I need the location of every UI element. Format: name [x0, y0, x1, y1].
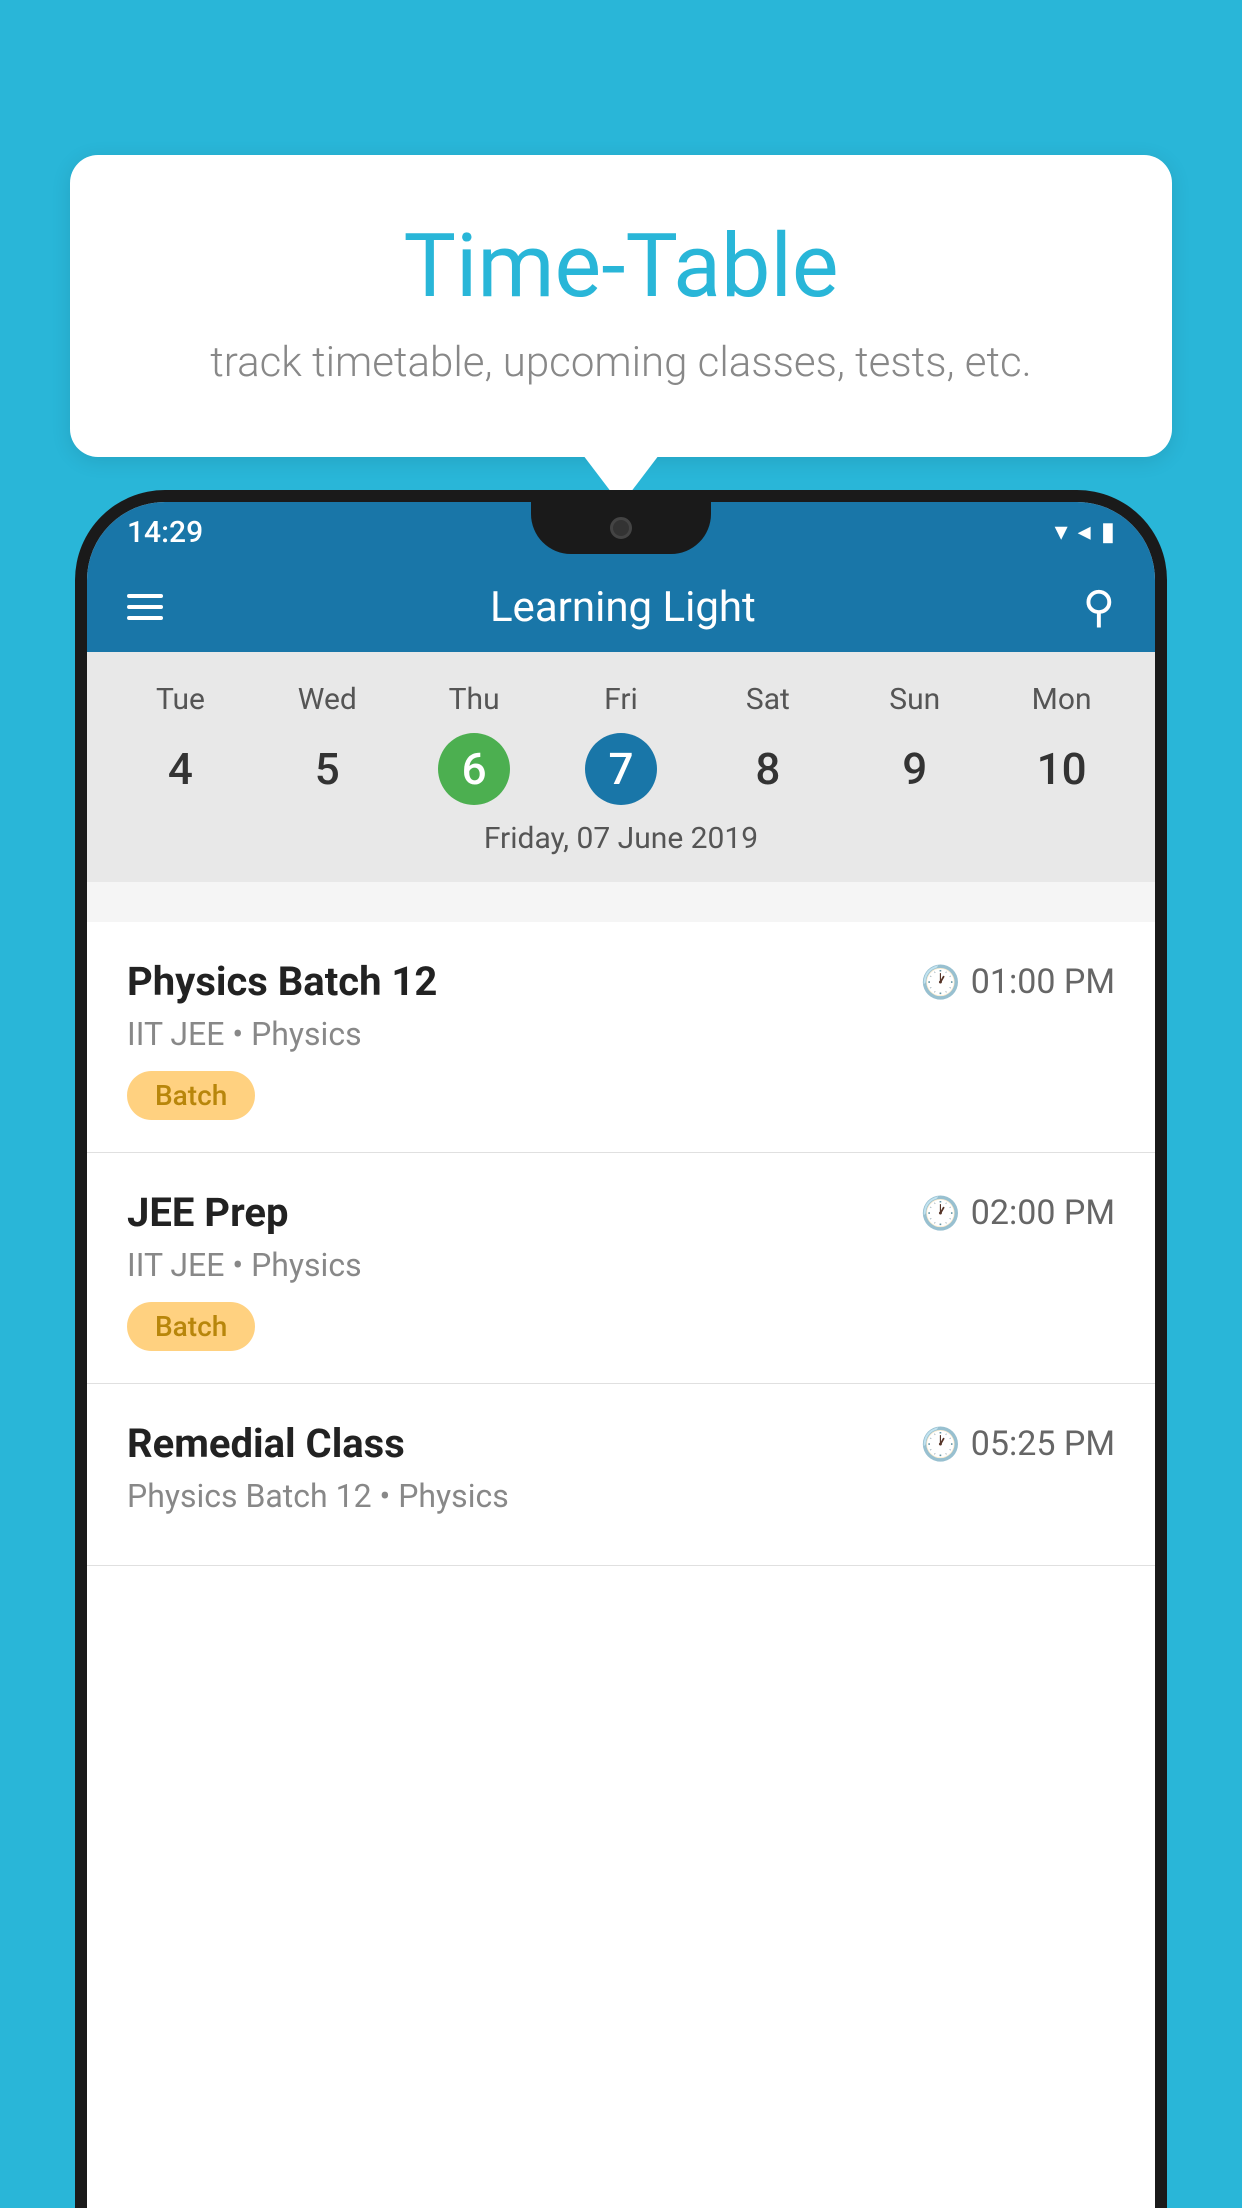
schedule-item[interactable]: Remedial Class 🕐 05:25 PM Physics Batch …: [87, 1384, 1155, 1566]
batch-badge: Batch: [127, 1302, 255, 1351]
day-name: Mon: [1032, 682, 1092, 717]
day-number: 8: [732, 733, 804, 805]
app-header: Learning Light ⚲: [87, 562, 1155, 652]
schedule-item-subtitle: IIT JEE • Physics: [127, 1246, 1115, 1284]
day-name: Tue: [156, 682, 205, 717]
day-col-thu[interactable]: Thu 6: [401, 682, 548, 805]
day-number: 10: [1026, 733, 1098, 805]
phone-screen: 14:29 ▾ ◂ ▮ Learning Light ⚲ Tue 4 Wed 5 Thu…: [87, 502, 1155, 2208]
day-name: Sat: [746, 682, 790, 717]
day-col-sat[interactable]: Sat 8: [694, 682, 841, 805]
speech-bubble: Time-Table track timetable, upcoming cla…: [70, 155, 1172, 457]
hamburger-line-2: [127, 605, 163, 609]
day-col-wed[interactable]: Wed 5: [254, 682, 401, 805]
hamburger-line-1: [127, 594, 163, 598]
schedule-item-header: Remedial Class 🕐 05:25 PM: [127, 1420, 1115, 1467]
clock-icon: 🕐: [921, 1194, 961, 1232]
status-icons: ▾ ◂ ▮: [1055, 517, 1115, 547]
batch-badge: Batch: [127, 1071, 255, 1120]
front-camera: [610, 517, 632, 539]
day-number: 9: [879, 733, 951, 805]
day-col-sun[interactable]: Sun 9: [841, 682, 988, 805]
hamburger-line-3: [127, 616, 163, 620]
schedule-item-title: Remedial Class: [127, 1420, 405, 1467]
phone-frame: 14:29 ▾ ◂ ▮ Learning Light ⚲ Tue 4 Wed 5 Thu…: [75, 490, 1167, 2208]
day-col-fri[interactable]: Fri 7: [548, 682, 695, 805]
phone-notch: [531, 502, 711, 554]
day-col-mon[interactable]: Mon 10: [988, 682, 1135, 805]
schedule-item-title: JEE Prep: [127, 1189, 288, 1236]
schedule-item-time: 🕐 01:00 PM: [921, 962, 1115, 1002]
battery-icon: ▮: [1101, 517, 1115, 547]
clock-icon: 🕐: [921, 963, 961, 1001]
signal-icon: ◂: [1078, 517, 1091, 547]
schedule-list: Physics Batch 12 🕐 01:00 PM IIT JEE • Ph…: [87, 922, 1155, 2208]
day-number: 7: [585, 733, 657, 805]
day-name: Wed: [298, 682, 357, 717]
schedule-item-header: Physics Batch 12 🕐 01:00 PM: [127, 958, 1115, 1005]
schedule-item-subtitle: Physics Batch 12 • Physics: [127, 1477, 1115, 1515]
search-icon[interactable]: ⚲: [1083, 581, 1115, 633]
clock-icon: 🕐: [921, 1425, 961, 1463]
calendar-section: Tue 4 Wed 5 Thu 6 Fri 7 Sat 8 Sun 9 Mon 10 Friday, 07…: [87, 652, 1155, 882]
bubble-title: Time-Table: [120, 215, 1122, 318]
schedule-item-header: JEE Prep 🕐 02:00 PM: [127, 1189, 1115, 1236]
day-col-tue[interactable]: Tue 4: [107, 682, 254, 805]
days-row: Tue 4 Wed 5 Thu 6 Fri 7 Sat 8 Sun 9 Mon 10: [87, 672, 1155, 815]
schedule-item[interactable]: Physics Batch 12 🕐 01:00 PM IIT JEE • Ph…: [87, 922, 1155, 1153]
day-name: Fri: [604, 682, 638, 717]
schedule-item-time: 🕐 02:00 PM: [921, 1193, 1115, 1233]
hamburger-menu[interactable]: [127, 594, 163, 620]
app-title: Learning Light: [490, 583, 756, 632]
status-time: 14:29: [127, 515, 203, 550]
wifi-icon: ▾: [1055, 517, 1068, 547]
selected-date-label: Friday, 07 June 2019: [87, 815, 1155, 872]
day-name: Thu: [449, 682, 500, 717]
bubble-subtitle: track timetable, upcoming classes, tests…: [120, 338, 1122, 387]
day-number: 5: [291, 733, 363, 805]
day-number: 4: [144, 733, 216, 805]
day-number: 6: [438, 733, 510, 805]
schedule-item-time: 🕐 05:25 PM: [921, 1424, 1115, 1464]
day-name: Sun: [889, 682, 940, 717]
schedule-item-title: Physics Batch 12: [127, 958, 437, 1005]
schedule-item[interactable]: JEE Prep 🕐 02:00 PM IIT JEE • Physics Ba…: [87, 1153, 1155, 1384]
schedule-item-subtitle: IIT JEE • Physics: [127, 1015, 1115, 1053]
